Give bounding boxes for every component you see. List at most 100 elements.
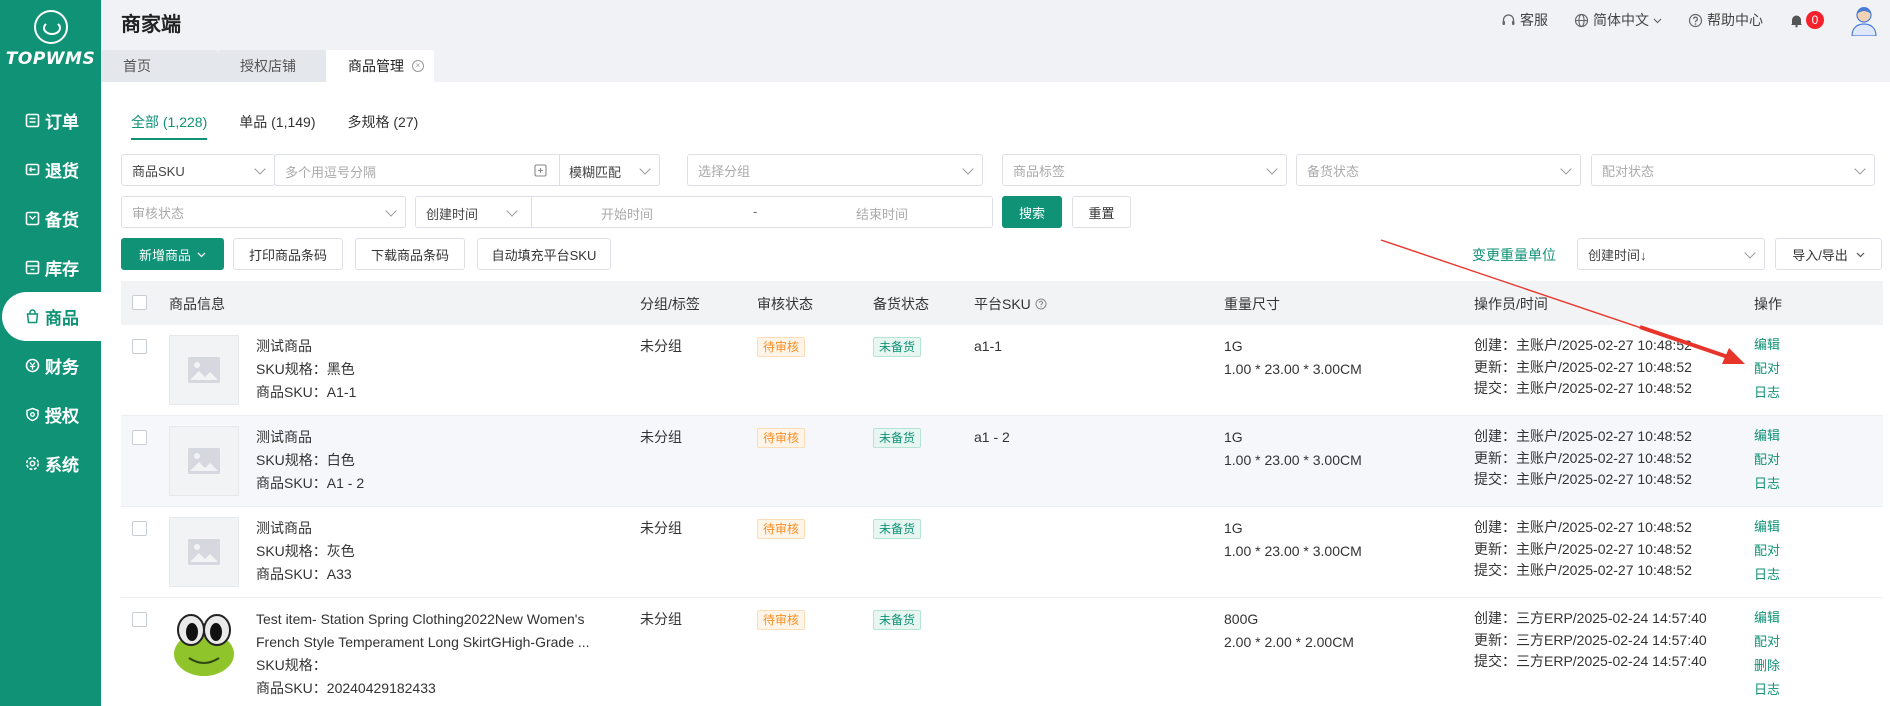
select-value: 商品SKU (132, 163, 185, 179)
review-status-cell: 待审核 (757, 426, 806, 449)
sort-select[interactable]: 创建时间↓ (1577, 238, 1765, 270)
select-placeholder: 备货状态 (1307, 163, 1360, 179)
column-header-stock: 备货状态 (873, 296, 929, 312)
pair-link[interactable]: 配对 (1754, 448, 1780, 472)
divider (531, 197, 532, 227)
row-checkbox[interactable] (132, 430, 147, 445)
edit-link[interactable]: 编辑 (1754, 424, 1780, 448)
product-thumbnail (169, 608, 239, 678)
select-all-checkbox[interactable] (132, 295, 147, 310)
sidebar-item-orders[interactable]: 订单 (0, 96, 101, 145)
row-checkbox[interactable] (132, 612, 147, 627)
product-name[interactable]: 测试商品 (256, 517, 355, 540)
help-icon[interactable] (1035, 298, 1047, 310)
sidebar-item-finance[interactable]: 财务 (0, 341, 101, 390)
updated-info: 更新：主账户/2025-02-27 10:48:52 (1474, 540, 1692, 557)
autofill-platform-sku-button[interactable]: 自动填充平台SKU (477, 238, 611, 270)
language-selector[interactable]: 简体中文 (1574, 10, 1662, 30)
sidebar-item-returns[interactable]: 退货 (0, 145, 101, 194)
sku-type-select[interactable]: 商品SKU (121, 154, 275, 186)
product-name[interactable]: 测试商品 (256, 426, 364, 449)
pair-link[interactable]: 配对 (1754, 539, 1780, 563)
notification-count-badge: 0 (1806, 11, 1824, 29)
column-header-group: 分组/标签 (640, 296, 700, 312)
download-barcode-button[interactable]: 下载商品条码 (355, 238, 465, 270)
time-type-select[interactable]: 创建时间 (426, 204, 478, 223)
tag-select[interactable]: 商品标签 (1002, 154, 1287, 186)
row-checkbox[interactable] (132, 521, 147, 536)
stock-status-cell: 未备货 (873, 608, 922, 631)
chevron-down-icon (385, 205, 397, 217)
tab-label: 首页 (123, 58, 151, 74)
sidebar: TOPWMS 订单 退货 备货 库存 商品 财务 授权 系统 (0, 0, 101, 706)
pair-link[interactable]: 配对 (1754, 357, 1780, 381)
log-link[interactable]: 日志 (1754, 563, 1780, 587)
edit-link[interactable]: 编辑 (1754, 333, 1780, 357)
group-select[interactable]: 选择分组 (687, 154, 983, 186)
product-group: 未分组 (640, 520, 682, 536)
import-export-button[interactable]: 导入/导出 (1775, 238, 1882, 270)
reset-button[interactable]: 重置 (1072, 196, 1131, 228)
product-name[interactable]: 测试商品 (256, 335, 356, 358)
tab-home[interactable]: 首页 (101, 50, 218, 82)
log-link[interactable]: 日志 (1754, 678, 1780, 702)
column-header-info: 商品信息 (169, 296, 225, 312)
review-status-select[interactable]: 审核状态 (121, 196, 406, 228)
tab-authorized-stores[interactable]: 授权店铺 (218, 50, 326, 82)
sku-input[interactable]: 多个用逗号分隔 (285, 162, 376, 181)
logo-icon (33, 10, 68, 44)
add-product-button[interactable]: 新增商品 (121, 238, 224, 270)
table-row: Test item- Station Spring Clothing2022Ne… (121, 598, 1883, 706)
close-icon[interactable]: × (412, 60, 424, 72)
log-link[interactable]: 日志 (1754, 381, 1780, 405)
stock-status-select[interactable]: 备货状态 (1296, 154, 1581, 186)
select-value: 创建时间↓ (1588, 247, 1647, 263)
tab-multi-spec[interactable]: 多规格 (27) (348, 112, 419, 140)
help-center-link[interactable]: 帮助中心 (1688, 10, 1763, 30)
print-barcode-button[interactable]: 打印商品条码 (233, 238, 343, 270)
change-weight-unit-link[interactable]: 变更重量单位 (1472, 245, 1556, 265)
product-type-tabs: 全部 (1,228) 单品 (1,149) 多规格 (27) (131, 112, 418, 140)
end-date-input[interactable]: 结束时间 (856, 204, 908, 223)
notifications-button[interactable]: 0 (1789, 11, 1824, 29)
delete-link[interactable]: 删除 (1754, 654, 1780, 678)
tab-all[interactable]: 全部 (1,228) (131, 112, 208, 140)
product-sku: 商品SKU：A1-1 (256, 384, 357, 400)
help-icon (1688, 13, 1703, 27)
sidebar-item-stocking[interactable]: 备货 (0, 194, 101, 243)
stock-status-badge: 未备货 (873, 610, 922, 630)
sidebar-item-label: 系统 (45, 456, 79, 475)
column-header-operator: 操作员/时间 (1474, 296, 1548, 312)
bell-icon (1791, 15, 1802, 27)
brand-logo[interactable]: TOPWMS (0, 10, 101, 69)
sidebar-item-inventory[interactable]: 库存 (0, 243, 101, 292)
product-name-cont[interactable]: French Style Temperament Long SkirtGHigh… (256, 631, 590, 654)
search-button[interactable]: 搜索 (1002, 196, 1062, 228)
pair-status-select[interactable]: 配对状态 (1591, 154, 1875, 186)
operator-times: 创建：主账户/2025-02-27 10:48:52 更新：主账户/2025-0… (1474, 335, 1692, 400)
edit-link[interactable]: 编辑 (1754, 515, 1780, 539)
avatar[interactable] (1850, 4, 1878, 36)
dimensions-value: 2.00 * 2.00 * 2.00CM (1224, 634, 1354, 650)
goods-icon (24, 309, 40, 325)
select-placeholder: 商品标签 (1013, 163, 1066, 179)
submitted-info: 提交：三方ERP/2025-02-24 14:57:40 (1474, 653, 1707, 669)
sidebar-item-system[interactable]: 系统 (0, 439, 101, 488)
match-mode-select[interactable]: 模糊匹配 (569, 162, 621, 181)
chevron-down-icon (1856, 252, 1865, 257)
tab-goods-management[interactable]: 商品管理 × (326, 50, 434, 82)
sku-search-group: 多个用逗号分隔 模糊匹配 (274, 154, 660, 186)
customer-service-link[interactable]: 客服 (1501, 10, 1548, 30)
select-placeholder: 审核状态 (132, 205, 185, 221)
row-checkbox[interactable] (132, 339, 147, 354)
log-link[interactable]: 日志 (1754, 472, 1780, 496)
tab-single[interactable]: 单品 (1,149) (239, 112, 315, 140)
product-name[interactable]: Test item- Station Spring Clothing2022Ne… (256, 608, 590, 631)
chevron-down-icon (254, 163, 266, 175)
sidebar-item-goods[interactable]: 商品 (2, 292, 101, 341)
batch-input-icon[interactable] (534, 164, 547, 177)
sidebar-item-auth[interactable]: 授权 (0, 390, 101, 439)
start-date-input[interactable]: 开始时间 (601, 204, 653, 223)
pair-link[interactable]: 配对 (1754, 630, 1780, 654)
edit-link[interactable]: 编辑 (1754, 606, 1780, 630)
